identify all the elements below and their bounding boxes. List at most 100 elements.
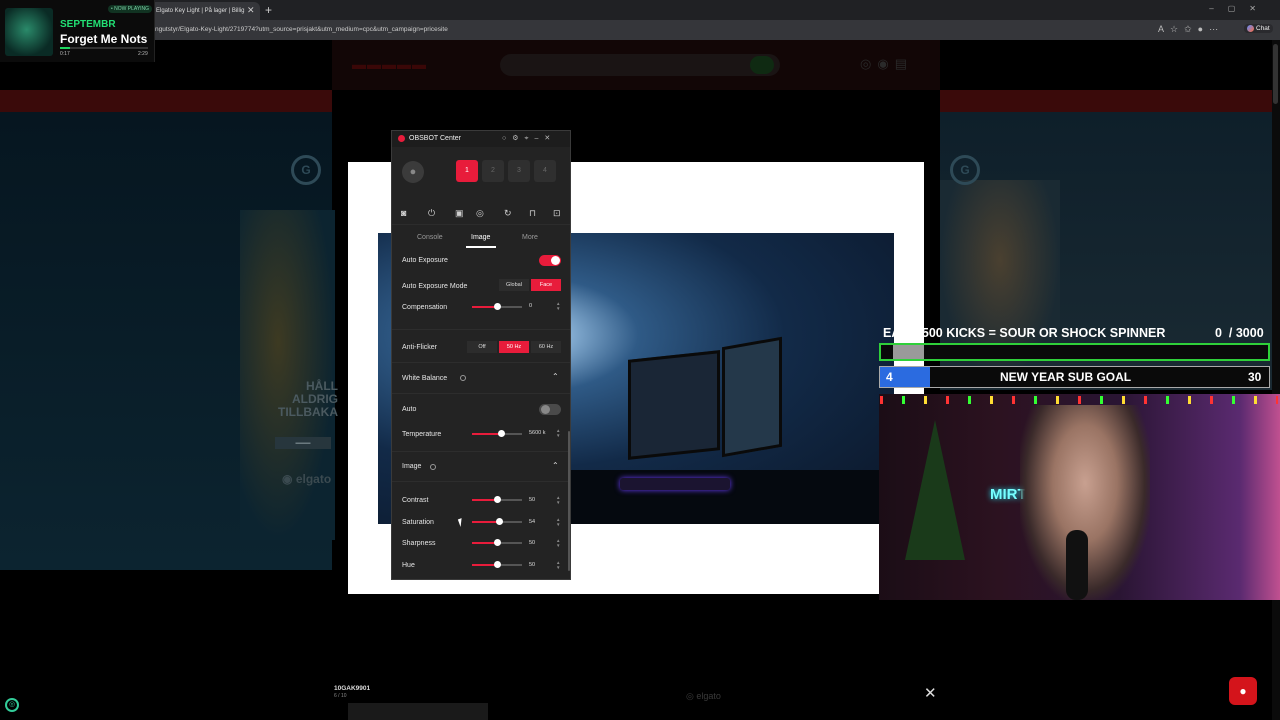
tab-console[interactable]: Console <box>417 234 443 241</box>
hue-slider[interactable] <box>472 561 522 569</box>
collapse-chevron-icon[interactable]: ⌃ <box>552 372 559 381</box>
saturation-value[interactable]: 54 <box>529 519 535 525</box>
site-search-input[interactable] <box>500 54 780 76</box>
window-controls[interactable]: –▢✕ <box>1209 4 1270 13</box>
reset-icon[interactable]: ↻ <box>504 208 512 219</box>
sharpness-slider[interactable] <box>472 539 522 547</box>
url-text[interactable]: ngutstyr/Elgato-Key-Light/2719774?utm_so… <box>155 26 448 33</box>
temperature-slider[interactable] <box>472 430 522 438</box>
extension-icon[interactable]: ◎ <box>5 698 19 712</box>
image-counter: 6 / 10 <box>334 693 347 699</box>
saturation-slider[interactable] <box>472 518 522 526</box>
close-icon[interactable]: ✕ <box>544 135 556 142</box>
banner-line: TILLBAKA <box>278 405 338 419</box>
anti-flicker-60hz[interactable]: 60 Hz <box>531 341 561 353</box>
support-icon[interactable]: ◎ <box>860 56 877 71</box>
thumbnail-strip[interactable] <box>348 703 488 720</box>
temperature-stepper[interactable]: ▲ ▼ <box>556 428 560 438</box>
photo-monitor <box>722 336 782 458</box>
contrast-slider[interactable] <box>472 496 522 504</box>
minimize-icon[interactable]: – <box>534 135 544 142</box>
microphone <box>1066 530 1088 600</box>
read-aloud-icon[interactable]: A <box>1158 24 1170 34</box>
slider-thumb[interactable] <box>495 518 503 525</box>
address-bar-icons[interactable]: A☆✩●⋯ <box>1158 24 1224 35</box>
minimize-to-tray-icon[interactable]: ○ <box>502 135 512 142</box>
slider-thumb[interactable] <box>493 303 501 310</box>
auto-exposure-toggle[interactable] <box>539 255 561 266</box>
power-icon[interactable]: ⏻ <box>428 208 435 219</box>
sharpness-value[interactable]: 50 <box>529 540 535 546</box>
hue-stepper[interactable]: ▲ ▼ <box>556 560 560 570</box>
scrollbar-thumb[interactable] <box>1273 44 1278 104</box>
collapse-chevron-icon[interactable]: ⌃ <box>552 461 559 470</box>
obsbot-window-controls[interactable]: ○⚙⌖–✕ <box>502 134 556 143</box>
compensation-value[interactable]: 0 <box>529 303 532 309</box>
device-slot-1[interactable]: 1 <box>456 160 478 182</box>
slider-thumb[interactable] <box>493 496 501 503</box>
contrast-stepper[interactable]: ▲ ▼ <box>556 495 560 505</box>
contrast-value[interactable]: 50 <box>529 497 535 503</box>
snapshot-icon[interactable]: ◙ <box>401 208 406 218</box>
wb-auto-toggle[interactable] <box>539 404 561 415</box>
new-tab-icon[interactable]: + <box>265 3 272 17</box>
settings-icon[interactable]: ⚙ <box>512 135 524 142</box>
saturation-label: Saturation <box>402 519 434 526</box>
tab-image[interactable]: Image <box>471 234 490 241</box>
favorite-star-icon[interactable]: ☆ <box>1170 24 1184 34</box>
lock-icon[interactable]: ⊓ <box>529 208 536 219</box>
browser-tab[interactable]: Elgato Key Light | På lager | Billig <box>150 2 260 20</box>
product-sku: 10GAK9901 <box>334 685 371 692</box>
hue-value[interactable]: 50 <box>529 562 535 568</box>
copilot-chat-button[interactable]: Chat <box>1244 24 1273 34</box>
photo-keyboard <box>620 478 730 490</box>
favorites-icon[interactable]: ✩ <box>1184 24 1198 34</box>
site-search-button[interactable] <box>750 56 774 74</box>
exposure-mode-global[interactable]: Global <box>499 279 529 291</box>
slider-thumb[interactable] <box>493 539 501 546</box>
device-slot-2[interactable]: 2 <box>482 160 504 182</box>
sharpness-stepper[interactable]: ▲ ▼ <box>556 538 560 548</box>
anti-flicker-50hz[interactable]: 50 Hz <box>499 341 529 353</box>
compensation-stepper[interactable]: ▲ ▼ <box>556 301 560 311</box>
device-slot-3[interactable]: 3 <box>508 160 530 182</box>
tab-more[interactable]: More <box>522 234 538 241</box>
tracking-icon[interactable]: ◎ <box>476 208 484 219</box>
profile-icon[interactable]: ● <box>1198 24 1209 34</box>
slider-thumb[interactable] <box>497 430 505 437</box>
slider-thumb[interactable] <box>493 561 501 568</box>
tab-close-icon[interactable]: ✕ <box>247 5 255 16</box>
site-logo[interactable]: ▬▬▬▬▬ <box>352 56 427 72</box>
obsbot-logo-icon <box>398 135 405 142</box>
cart-icon[interactable]: ▤ <box>895 56 913 71</box>
info-icon[interactable] <box>430 464 436 470</box>
close-icon[interactable]: ✕ <box>924 684 937 702</box>
saturation-stepper[interactable]: ▲ ▼ <box>556 517 560 527</box>
site-header-icons[interactable]: ◎◉▤ <box>860 56 913 72</box>
divider <box>392 362 570 363</box>
banner-shop-button[interactable]: ▬▬▬ <box>275 437 331 449</box>
device-slot-4[interactable]: 4 <box>534 160 556 182</box>
more-menu-icon[interactable]: ⋯ <box>1209 24 1224 34</box>
expand-icon[interactable]: ⊡ <box>553 208 561 219</box>
temperature-value[interactable]: 5600 k <box>529 430 546 436</box>
page-scrollbar[interactable] <box>1272 40 1280 720</box>
panel-scrollbar[interactable] <box>568 431 570 571</box>
chat-support-button[interactable]: ● <box>1229 677 1257 705</box>
info-icon[interactable] <box>460 375 466 381</box>
obsbot-app-title: OBSBOT Center <box>409 135 462 142</box>
strip-brand-text: elgato <box>696 691 721 701</box>
pin-icon[interactable]: ⌖ <box>525 135 535 142</box>
christmas-lights <box>880 396 1278 404</box>
anti-flicker-off[interactable]: Off <box>467 341 497 353</box>
track-current-time: 0:17 <box>60 51 70 57</box>
tab-title: Elgato Key Light | På lager | Billig <box>156 8 245 14</box>
compensation-slider[interactable] <box>472 303 522 311</box>
divider <box>392 451 570 452</box>
user-avatar[interactable]: ● <box>402 161 424 183</box>
account-icon[interactable]: ◉ <box>877 56 894 71</box>
sub-goal-current: 4 <box>886 370 893 384</box>
record-icon[interactable]: ▣ <box>455 208 464 219</box>
exposure-mode-face[interactable]: Face <box>531 279 561 291</box>
chat-label: Chat <box>1256 25 1270 33</box>
